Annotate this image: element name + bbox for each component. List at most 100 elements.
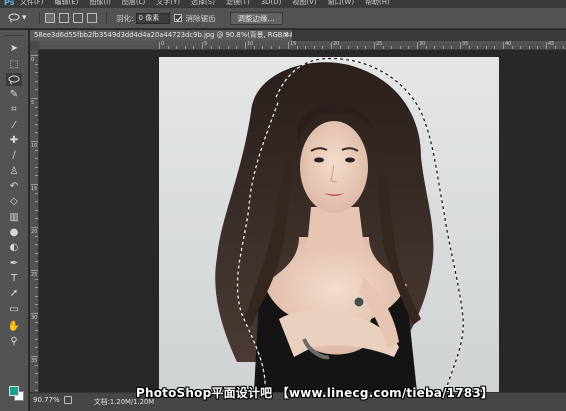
- menu-select[interactable]: 选择(S): [191, 0, 215, 6]
- panel-grip[interactable]: [4, 30, 24, 36]
- ruler-tick: [31, 227, 38, 228]
- healing-icon[interactable]: ✚: [6, 134, 22, 147]
- document-title: 58ee3d6d55fbb2fb3549d3dd4d4a20a44723dc9b…: [34, 31, 292, 39]
- marquee-icon[interactable]: ⬚: [6, 58, 22, 71]
- ruler-minor-tick: [35, 201, 38, 203]
- document-canvas[interactable]: [159, 57, 499, 392]
- menu-window[interactable]: 窗口(W): [328, 0, 354, 6]
- new-selection-icon[interactable]: [45, 13, 55, 23]
- ruler-tick: [374, 42, 375, 49]
- zoom-icon[interactable]: ⚲: [6, 335, 22, 348]
- ruler-minor-tick: [35, 244, 38, 246]
- menu-view[interactable]: 视图(V): [292, 0, 316, 6]
- ruler-label: 10: [31, 143, 38, 149]
- path-select-icon[interactable]: ➚: [6, 287, 22, 300]
- antialias-checkbox[interactable]: [173, 14, 182, 22]
- tool-preset-picker[interactable]: ▾: [8, 11, 34, 25]
- document-tab[interactable]: 58ee3d6d55fbb2fb3549d3dd4d4a20a44723dc9b…: [30, 30, 292, 41]
- ruler-minor-tick: [322, 46, 324, 49]
- brush-icon[interactable]: ∕: [6, 149, 22, 162]
- ruler-minor-tick: [485, 46, 487, 49]
- ruler-minor-tick: [262, 46, 264, 49]
- ruler-tick: [159, 42, 160, 49]
- ruler-minor-tick: [35, 235, 38, 237]
- ruler-minor-tick: [434, 46, 436, 49]
- ruler-minor-tick: [35, 278, 38, 280]
- menu-edit[interactable]: 编辑(E): [55, 0, 79, 6]
- subtract-selection-icon[interactable]: [73, 13, 83, 23]
- shape-icon[interactable]: ▭: [6, 303, 22, 316]
- menu-filter[interactable]: 滤镜(T): [226, 0, 250, 6]
- hand-icon[interactable]: ✋: [6, 320, 22, 333]
- intersect-selection-icon[interactable]: [87, 13, 97, 23]
- gradient-icon[interactable]: ▥: [6, 211, 22, 224]
- ruler-minor-tick: [468, 46, 470, 49]
- quick-select-icon[interactable]: ✎: [6, 88, 22, 101]
- ruler-minor-tick: [35, 295, 38, 297]
- crop-icon[interactable]: ⌗: [6, 103, 22, 116]
- menu-layer[interactable]: 图层(L): [122, 0, 145, 6]
- ruler-minor-tick: [35, 287, 38, 289]
- menu-image[interactable]: 图像(I): [89, 0, 111, 6]
- ruler-minor-tick: [399, 46, 401, 49]
- ruler-minor-tick: [442, 46, 444, 49]
- ruler-tick: [417, 42, 418, 49]
- antialias-label: 消除锯齿: [185, 13, 216, 23]
- type-icon[interactable]: T: [6, 272, 22, 285]
- status-info-icon[interactable]: [64, 396, 72, 404]
- lasso-tool-icon[interactable]: [6, 73, 22, 86]
- ruler-tick: [503, 42, 504, 49]
- ruler-minor-tick: [219, 46, 221, 49]
- ruler-minor-tick: [35, 158, 38, 160]
- menu-3d[interactable]: 3D(D): [261, 0, 282, 6]
- ruler-tick: [31, 98, 38, 99]
- ruler-minor-tick: [35, 321, 38, 323]
- menu-help[interactable]: 帮助(H): [365, 0, 390, 6]
- ruler-tick: [31, 55, 38, 56]
- ruler-minor-tick: [35, 304, 38, 306]
- ruler-tick: [31, 356, 38, 357]
- eraser-icon[interactable]: ◇: [6, 195, 22, 208]
- ruler-tick: [31, 141, 38, 142]
- ruler-minor-tick: [167, 46, 169, 49]
- zoom-level[interactable]: 90.77%: [33, 396, 60, 404]
- add-selection-icon[interactable]: [59, 13, 69, 23]
- ruler-minor-tick: [35, 72, 38, 74]
- portrait-photo: [159, 57, 499, 392]
- horizontal-ruler[interactable]: 0 5 10 15 20 25 30 35 40 45: [39, 41, 566, 50]
- ruler-minor-tick: [35, 89, 38, 91]
- menu-type[interactable]: 文字(Y): [156, 0, 180, 6]
- ruler-minor-tick: [305, 46, 307, 49]
- ruler-tick: [546, 42, 547, 49]
- ruler-minor-tick: [356, 46, 358, 49]
- move-icon[interactable]: ➤: [6, 42, 22, 55]
- ruler-label: 20: [31, 229, 38, 235]
- ruler-label: 10: [247, 41, 254, 47]
- ruler-minor-tick: [35, 175, 38, 177]
- stamp-icon[interactable]: ♙: [6, 165, 22, 178]
- ruler-label: 40: [505, 41, 512, 47]
- pen-icon[interactable]: ✒: [6, 257, 22, 270]
- ruler-tick: [288, 42, 289, 49]
- foreground-color-swatch[interactable]: [9, 386, 19, 396]
- canvas-pasteboard: [40, 51, 566, 392]
- menu-file[interactable]: 文件(F): [20, 0, 44, 6]
- close-icon[interactable]: ×: [283, 30, 289, 41]
- blur-icon[interactable]: ●: [6, 226, 22, 239]
- ruler-tick: [331, 42, 332, 49]
- ruler-label: 30: [419, 41, 426, 47]
- feather-input[interactable]: [135, 12, 170, 24]
- dodge-icon[interactable]: ◐: [6, 241, 22, 254]
- ruler-minor-tick: [184, 46, 186, 49]
- ruler-minor-tick: [35, 166, 38, 168]
- refine-edge-button[interactable]: 调整边缘...: [229, 11, 283, 25]
- eyedropper-icon[interactable]: ⁄: [6, 119, 22, 132]
- ruler-corner[interactable]: [30, 41, 39, 50]
- ruler-minor-tick: [35, 192, 38, 194]
- vertical-ruler[interactable]: 0 5 10 15 20 25 30 35: [30, 41, 39, 392]
- ruler-label: 35: [462, 41, 469, 47]
- tools-panel: ➤ ⬚ ✎ ⌗ ⁄ ✚ ∕ ♙ ↶ ◇ ▥ ● ◐ ✒ T ➚ ▭ ✋ ⚲: [0, 30, 29, 411]
- ruler-label: 25: [31, 272, 38, 278]
- history-brush-icon[interactable]: ↶: [6, 180, 22, 193]
- ruler-minor-tick: [35, 252, 38, 254]
